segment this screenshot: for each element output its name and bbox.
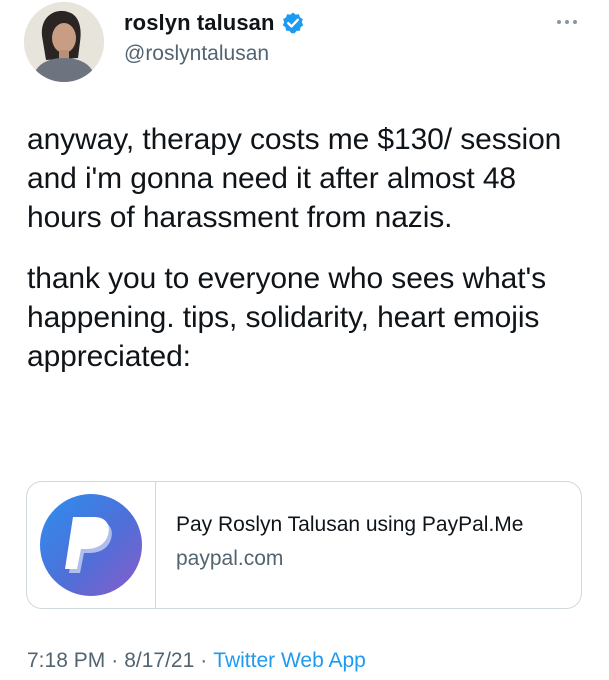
- author-display-name[interactable]: roslyn talusan: [124, 10, 275, 36]
- link-card-body: Pay Roslyn Talusan using PayPal.Me paypa…: [156, 482, 523, 608]
- author-name-row: roslyn talusan: [124, 10, 305, 36]
- author-handle[interactable]: @roslyntalusan: [124, 42, 269, 66]
- link-card-domain: paypal.com: [176, 547, 284, 570]
- tweet-source-link[interactable]: Twitter Web App: [213, 649, 366, 673]
- link-card[interactable]: Pay Roslyn Talusan using PayPal.Me paypa…: [26, 481, 582, 609]
- link-card-thumbnail: [27, 482, 156, 608]
- meta-separator: ·: [111, 649, 119, 672]
- tweet-time[interactable]: 7:18 PM: [27, 649, 105, 673]
- meta-separator: ·: [200, 649, 208, 672]
- avatar-photo: [24, 2, 104, 82]
- more-horizontal-icon[interactable]: [553, 8, 581, 36]
- avatar[interactable]: [24, 2, 104, 82]
- tweet-text: anyway, therapy costs me $130/ session a…: [27, 120, 587, 376]
- verified-badge-icon: [281, 11, 305, 35]
- paypal-logo-icon: [40, 494, 142, 596]
- tweet-paragraph: thank you to everyone who sees what's ha…: [27, 262, 547, 373]
- tweet-meta: 7:18 PM · 8/17/21 · Twitter Web App: [27, 649, 366, 673]
- link-card-title[interactable]: Pay Roslyn Talusan using PayPal.Me: [176, 512, 523, 538]
- tweet-paragraph: anyway, therapy costs me $130/ session a…: [27, 123, 562, 234]
- tweet-date[interactable]: 8/17/21: [124, 649, 194, 673]
